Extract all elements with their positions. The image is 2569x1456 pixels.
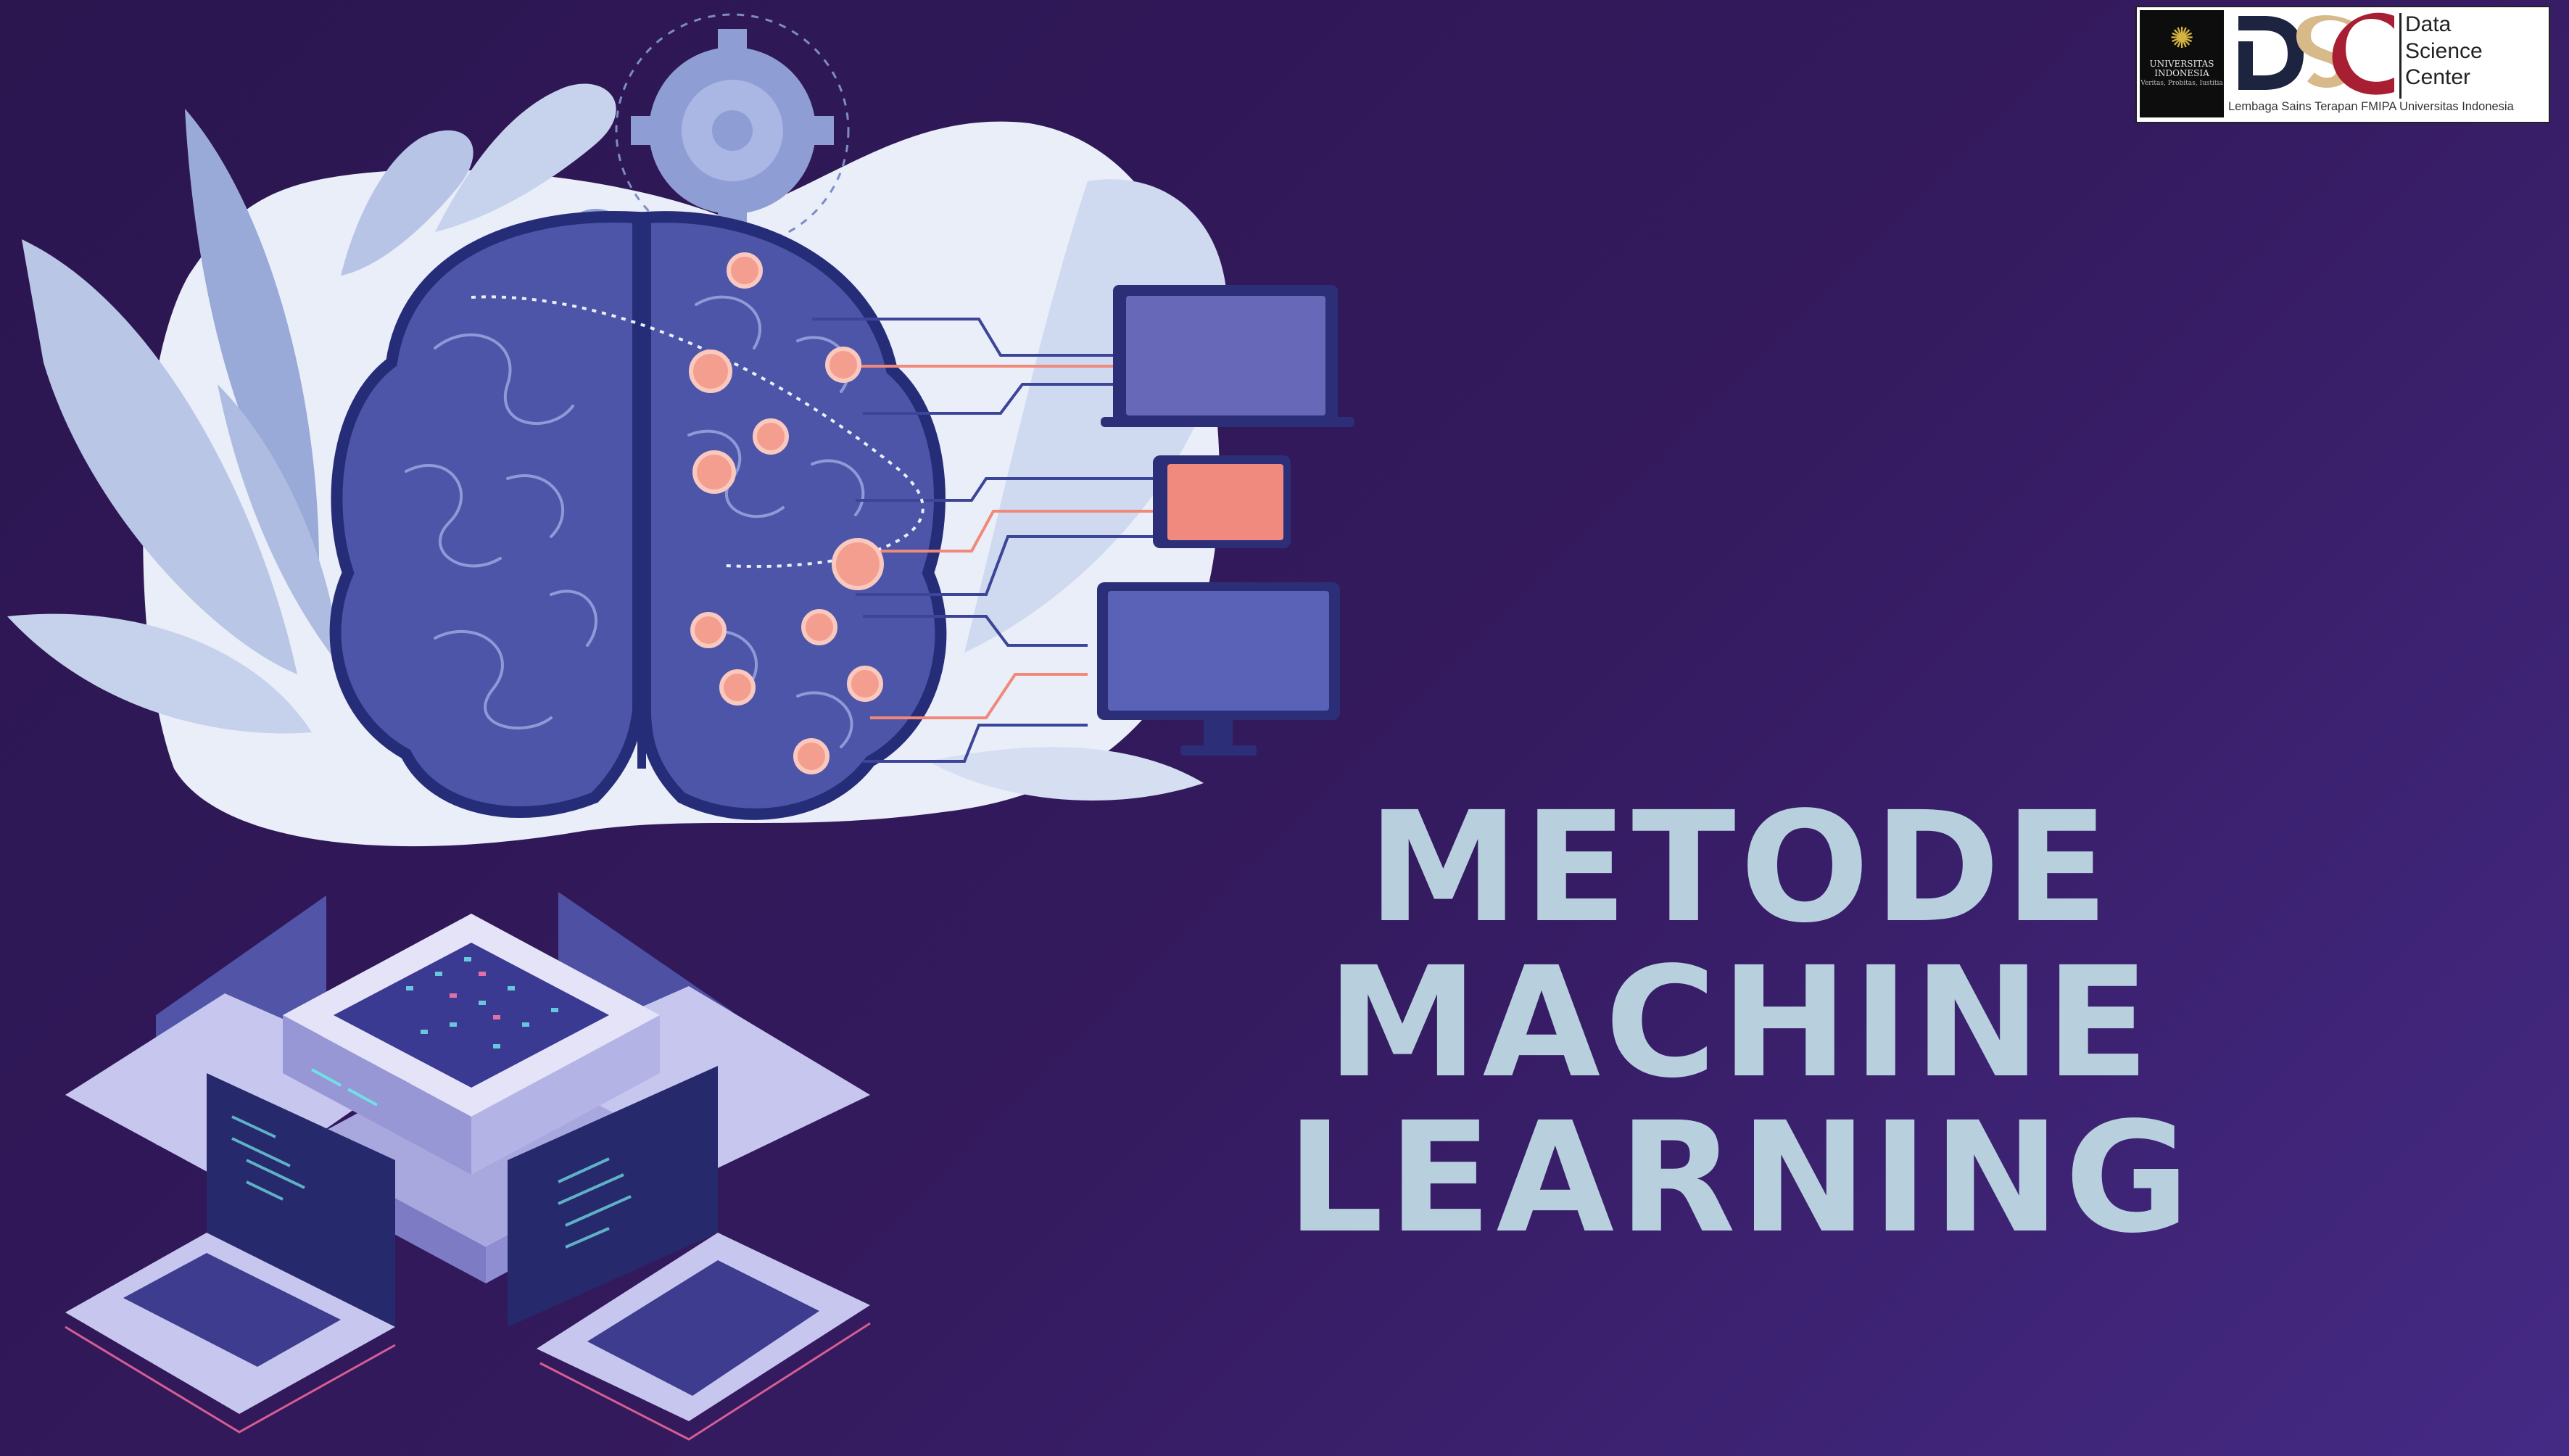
tablet-icon (1153, 455, 1291, 548)
dsc-letters-logo (2238, 12, 2394, 95)
title-line-1: METODE (1368, 779, 2113, 956)
monitor-icon (1097, 582, 1340, 756)
university-seal-icon: ✺ (2169, 22, 2194, 55)
slide-title: METODE MACHINE LEARNING (943, 790, 2538, 1257)
title-line-2: MACHINE LEARNING (1286, 934, 2194, 1267)
org-subtitle: Lembaga Sains Terapan FMIPA Universitas … (2228, 100, 2514, 113)
org-name: Data Science Center (2405, 12, 2483, 90)
universitas-indonesia-logo: ✺ UNIVERSITAS INDONESIA Veritas, Probita… (2140, 10, 2224, 117)
dsc-logo: ✺ UNIVERSITAS INDONESIA Veritas, Probita… (2135, 6, 2550, 123)
isometric-server-illustration (65, 892, 871, 1441)
laptop-icon (1101, 285, 1354, 427)
logo-divider (2399, 13, 2402, 99)
brain-illustration (329, 211, 947, 820)
